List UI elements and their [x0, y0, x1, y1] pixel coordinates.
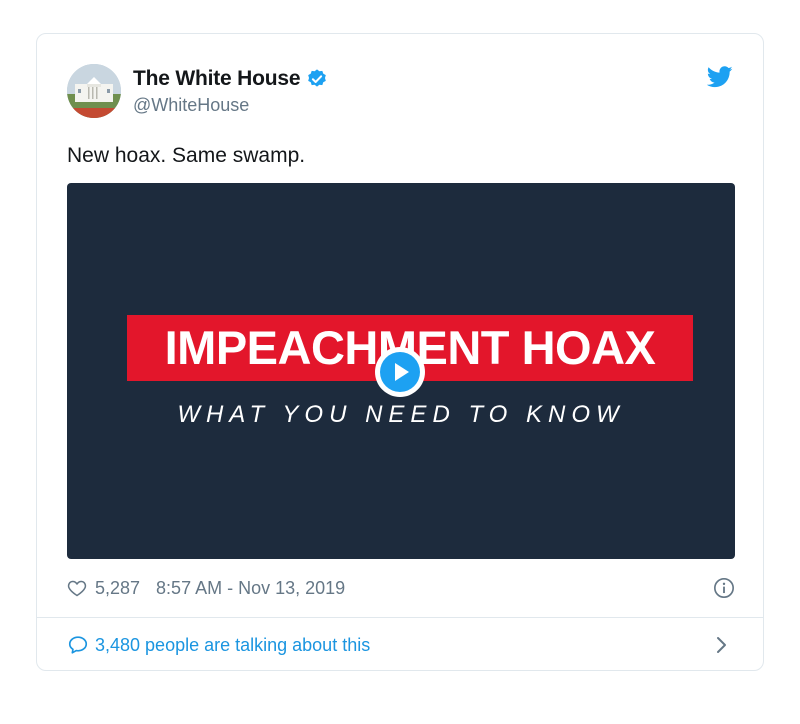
white-house-avatar-image: [67, 64, 121, 118]
tweet-timestamp[interactable]: 8:57 AM - Nov 13, 2019: [156, 578, 345, 599]
tweet-card: The White House @WhiteHouse New hoax. Sa…: [36, 33, 764, 671]
video-thumbnail[interactable]: IMPEACHMENT HOAX WHAT YOU NEED TO KNOW: [67, 183, 735, 559]
play-icon: [380, 352, 420, 392]
chevron-right-icon[interactable]: [715, 635, 729, 655]
twitter-bird-icon[interactable]: [707, 66, 733, 88]
author-handle[interactable]: @WhiteHouse: [133, 95, 249, 116]
conversation-link[interactable]: 3,480 people are talking about this: [67, 631, 735, 659]
divider: [37, 617, 763, 618]
info-icon[interactable]: [713, 577, 735, 599]
heart-icon[interactable]: [67, 578, 87, 598]
talking-count: 3,480 people are talking about this: [95, 634, 371, 655]
tweet-text: New hoax. Same swamp.: [67, 144, 306, 167]
verified-badge-icon: [308, 69, 327, 87]
avatar[interactable]: [67, 64, 121, 118]
video-subheadline: WHAT YOU NEED TO KNOW: [177, 401, 625, 428]
like-count[interactable]: 5,287: [95, 578, 140, 599]
author-name-row: The White House: [133, 67, 328, 91]
author-name[interactable]: The White House: [133, 67, 301, 91]
speech-bubble-icon: [68, 636, 88, 654]
tweet-meta: 5,287 8:57 AM - Nov 13, 2019: [67, 574, 735, 602]
play-button[interactable]: [375, 347, 425, 397]
